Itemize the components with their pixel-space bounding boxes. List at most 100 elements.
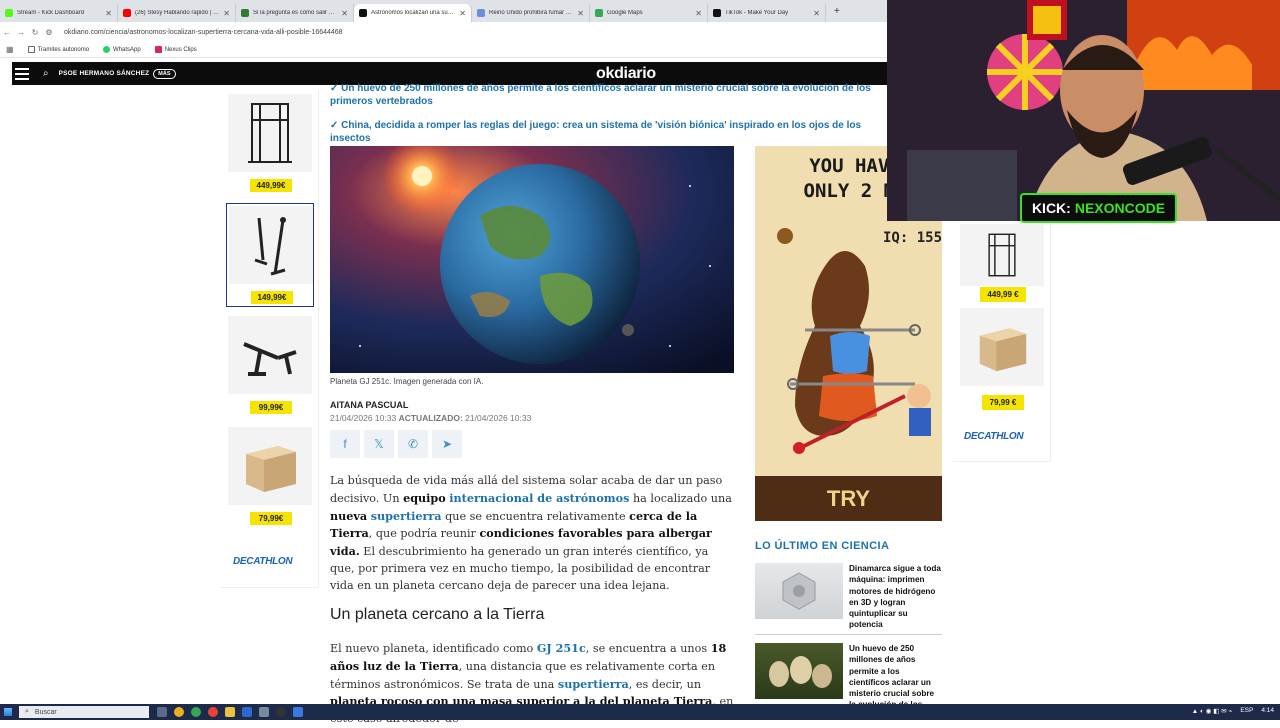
- tab-tiktok[interactable]: TikTok - Make Your Day ✕: [708, 4, 826, 22]
- search-icon: ⌕: [25, 708, 29, 715]
- product-card[interactable]: [958, 306, 1046, 406]
- author-name[interactable]: AITANA PASCUAL: [330, 400, 408, 410]
- tab-google-maps[interactable]: Google Maps ✕: [590, 4, 708, 22]
- whatsapp-icon: [103, 46, 111, 53]
- decathlon-logo[interactable]: DECATHLON: [964, 431, 1024, 442]
- link-gj-251c[interactable]: GJ 251c: [537, 641, 586, 655]
- bookmark-whatsapp[interactable]: WhatsApp: [103, 46, 141, 53]
- product-card[interactable]: 449,99€: [226, 92, 314, 196]
- close-tab-icon[interactable]: ✕: [459, 9, 466, 18]
- bookmark-tramites[interactable]: Tramites autonomo: [27, 46, 89, 53]
- task-view-icon[interactable]: [157, 707, 167, 717]
- okdiario-favicon-icon: [359, 9, 367, 17]
- chrome-icon[interactable]: [174, 707, 184, 717]
- news-thumbnail-engine: [755, 563, 843, 619]
- ad-illustration: [777, 228, 931, 454]
- taskbar-search[interactable]: ⌕ Buscar: [19, 706, 149, 718]
- link-internacional-astronomos[interactable]: internacional de astrónomos: [449, 491, 629, 505]
- product-price: 79,99€: [250, 512, 292, 525]
- tab-pregunta[interactable]: Si la pregunta es cómo salir de ... ✕: [236, 4, 354, 22]
- published-date: 21/04/2026 10:33: [330, 413, 397, 423]
- close-tab-icon[interactable]: ✕: [577, 9, 584, 18]
- chrome-icon[interactable]: [208, 707, 218, 717]
- product-price: 99,99€: [250, 401, 292, 414]
- url-field[interactable]: okdiario.com/ciencia/astronomos-localiza…: [64, 29, 343, 36]
- tab-reino-unido[interactable]: Reino Unido prohibirá fumar de ... ✕: [472, 4, 590, 22]
- product-image-weight-bench: [228, 316, 312, 394]
- site-favicon-icon: [241, 9, 249, 17]
- link-supertierra[interactable]: supertierra: [371, 509, 442, 523]
- product-price: 449,99€: [250, 179, 292, 192]
- chrome-icon[interactable]: [191, 707, 201, 717]
- latest-news-item[interactable]: Un huevo de 250 millones de años permite…: [755, 643, 942, 704]
- product-price: 79,99 €: [982, 395, 1024, 410]
- article-paragraph-1: La búsqueda de vida más allá del sistema…: [330, 474, 732, 592]
- nexus-clips-icon: [154, 46, 162, 53]
- close-tab-icon[interactable]: ✕: [695, 9, 702, 18]
- system-tray: ▲ ◐ ◉ ◧ ✉ ⌁ ESP 4:14: [1192, 707, 1274, 715]
- latest-news-item[interactable]: Dinamarca sigue a toda máquina: imprimen…: [755, 563, 942, 635]
- hamburger-menu-icon[interactable]: [15, 67, 35, 80]
- header-topic-link[interactable]: PSOE HERMANO SÁNCHEZ: [59, 70, 150, 77]
- latest-science-heading[interactable]: LO ÚLTIMO EN CIENCIA: [755, 540, 889, 552]
- bookmark-nexus-clips[interactable]: Nexus Clips: [154, 46, 197, 53]
- kick-channel-badge: KICK: NEXONCODE: [1020, 193, 1177, 223]
- ad-try-button[interactable]: TRY: [755, 476, 942, 521]
- product-card[interactable]: 79,99€: [226, 425, 314, 529]
- app-icon[interactable]: [259, 707, 269, 717]
- more-menu-button[interactable]: MÁS: [153, 68, 176, 79]
- link-supertierra-2[interactable]: supertierra: [558, 677, 629, 691]
- x-share-icon[interactable]: 𝕏: [364, 430, 394, 458]
- product-price: 449,99 €: [980, 287, 1026, 302]
- obs-icon[interactable]: [276, 707, 286, 717]
- close-tab-icon[interactable]: ✕: [105, 9, 112, 18]
- windows-start-icon[interactable]: [0, 704, 16, 720]
- product-image-plyo-box: [960, 308, 1044, 386]
- language-indicator[interactable]: ESP: [1240, 707, 1253, 715]
- article-dates: 21/04/2026 10:33 ACTUALIZADO: 21/04/2026…: [330, 413, 531, 423]
- section-heading: Un planeta cercano a la Tierra: [330, 606, 545, 623]
- image-caption: Planeta GJ 251c. Imagen generada con IA.: [330, 377, 484, 386]
- reload-icon[interactable]: ↻: [28, 28, 42, 37]
- product-image-plyo-box: [228, 427, 312, 505]
- tab-okdiario-active[interactable]: Astrónomos localizan una super... ✕: [354, 4, 472, 22]
- youtube-favicon-icon: [123, 9, 131, 17]
- search-icon[interactable]: ⌕: [43, 68, 49, 79]
- close-tab-icon[interactable]: ✕: [813, 9, 820, 18]
- product-price: 149,99€: [251, 291, 293, 304]
- apps-grid-icon[interactable]: ▦: [6, 45, 14, 54]
- right-product-rail: 449,99 € 79,99 € DECATHLON: [953, 220, 1051, 462]
- whatsapp-share-icon[interactable]: ✆: [398, 430, 428, 458]
- product-card[interactable]: 99,99€: [226, 314, 314, 418]
- app-icon[interactable]: [293, 707, 303, 717]
- share-buttons: f 𝕏 ✆ ➤: [330, 430, 462, 458]
- back-arrow-icon[interactable]: ←: [0, 28, 14, 37]
- webcam-overlay: [887, 0, 1280, 221]
- product-card-selected[interactable]: 149,99€: [226, 203, 314, 307]
- new-tab-button[interactable]: +: [826, 6, 848, 17]
- tray-icons[interactable]: ▲ ◐ ◉ ◧ ✉ ⌁: [1192, 707, 1233, 715]
- decathlon-logo[interactable]: DECATHLON: [233, 556, 293, 567]
- site-info-icon[interactable]: ⚙: [42, 28, 56, 37]
- file-explorer-icon[interactable]: [225, 707, 235, 717]
- tab-youtube[interactable]: (26) Stesy Hablando rapido | St... ✕: [118, 4, 236, 22]
- app-icon[interactable]: [242, 707, 252, 717]
- product-image-power-rack: [228, 94, 312, 172]
- site-logo[interactable]: okdiario: [596, 65, 656, 83]
- tab-kick-dashboard[interactable]: Stream - Kick Dashboard ✕: [0, 4, 118, 22]
- news-headline[interactable]: Dinamarca sigue a toda máquina: imprimen…: [849, 563, 941, 631]
- news-headline[interactable]: Un huevo de 250 millones de años permite…: [849, 643, 941, 704]
- clock[interactable]: 4:14: [1261, 707, 1274, 715]
- forward-arrow-icon[interactable]: →: [14, 28, 28, 37]
- facebook-share-icon[interactable]: f: [330, 430, 360, 458]
- related-link-china[interactable]: ✓ China, decidida a romper las reglas de…: [330, 119, 890, 145]
- related-link-huevo[interactable]: ✓ Un huevo de 250 millones de años permi…: [330, 82, 890, 108]
- updated-label: ACTUALIZADO:: [398, 413, 463, 423]
- close-tab-icon[interactable]: ✕: [341, 9, 348, 18]
- hero-image-planet: [330, 146, 734, 373]
- tiktok-favicon-icon: [713, 9, 721, 17]
- close-tab-icon[interactable]: ✕: [223, 9, 230, 18]
- telegram-share-icon[interactable]: ➤: [432, 430, 462, 458]
- product-image-dip-station: [229, 206, 313, 284]
- news-thumbnail-eggs: [755, 643, 843, 699]
